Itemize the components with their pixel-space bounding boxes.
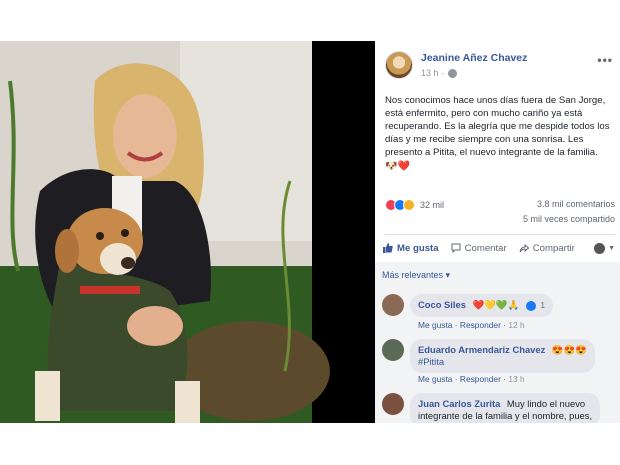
post-text: Nos conocimos hace unos días fuera de Sa… — [385, 94, 613, 173]
comment-like-link[interactable]: Me gusta — [418, 374, 452, 384]
comment-label: Comentar — [464, 242, 507, 254]
comment-sort-dropdown[interactable]: Más relevantes ▾ — [382, 270, 450, 281]
post-text-line: está enfermito, pero con mucho cariño ya… — [385, 108, 583, 119]
comments-section: Más relevantes ▾ Coco Siles ❤️💛💚🙏 1 Me g… — [375, 262, 620, 423]
commenter-name[interactable]: Coco Siles — [418, 299, 466, 310]
comment-reaction-count: 1 — [540, 301, 545, 310]
comment-text: ❤️💛💚🙏 — [472, 299, 520, 310]
like-label: Me gusta — [397, 242, 439, 254]
commenter-name[interactable]: Eduardo Armendariz Chavez — [418, 344, 545, 355]
comments-count[interactable]: 3.8 mil comentarios — [537, 199, 615, 209]
commenter-avatar[interactable] — [382, 294, 404, 316]
comment-text: integrante de la familia y el nombre, pu… — [418, 410, 593, 421]
commenter-name[interactable]: Juan Carlos Zurita — [418, 398, 500, 409]
photo-viewer: Jeanine Añez Chavez 13 h · ••• Nos conoc… — [0, 41, 620, 423]
share-button[interactable]: Compartir — [519, 243, 575, 254]
post-stats: 32 mil 3.8 mil comentarios 5 mil veces c… — [385, 197, 615, 233]
haha-reaction-icon — [403, 199, 415, 211]
comment-reply-link[interactable]: Responder — [460, 320, 501, 330]
post-actions: Me gusta Comentar Compartir ▼ — [383, 238, 615, 258]
comment-button[interactable]: Comentar — [451, 243, 507, 254]
shares-count[interactable]: 5 mil veces compartido — [523, 214, 615, 224]
comment: Eduardo Armendariz Chavez 😍😍😍 #Pitita Me… — [382, 339, 614, 389]
post-text-line: días y me recibe siempre con una sonrisa… — [385, 134, 584, 145]
author-name[interactable]: Jeanine Añez Chavez — [421, 52, 527, 64]
commenter-avatar[interactable] — [382, 393, 404, 415]
comment-bubble: Eduardo Armendariz Chavez 😍😍😍 #Pitita — [410, 339, 595, 373]
comment-bubble: Juan Carlos Zurita Muy lindo el nuevo in… — [410, 393, 601, 423]
post-photo[interactable] — [0, 41, 375, 423]
separator: · — [441, 68, 445, 78]
comment-like-link[interactable]: Me gusta — [418, 320, 452, 330]
like-button[interactable]: Me gusta — [383, 243, 439, 254]
comment-bubble: Coco Siles ❤️💛💚🙏 1 — [410, 294, 553, 317]
post-panel: Jeanine Añez Chavez 13 h · ••• Nos conoc… — [375, 41, 620, 423]
like-reaction-icon — [525, 300, 536, 311]
author-avatar[interactable] — [385, 51, 413, 79]
comment-text: Muy lindo el nuevo — [506, 398, 586, 409]
reactions-summary[interactable]: 32 mil — [385, 199, 444, 211]
post-meta: 13 h · — [421, 68, 457, 78]
comment: Juan Carlos Zurita Muy lindo el nuevo in… — [382, 393, 614, 423]
comment-footer: Me gusta · Responder · 13 h — [418, 374, 525, 384]
react-as-selector[interactable]: ▼ — [594, 242, 615, 254]
more-options-icon[interactable]: ••• — [597, 53, 613, 67]
commenter-avatar[interactable] — [382, 339, 404, 361]
comment-hashtag[interactable]: #Pitita — [418, 356, 587, 368]
comment-reply-link[interactable]: Responder — [460, 374, 501, 384]
share-label: Compartir — [532, 242, 575, 254]
comment: Coco Siles ❤️💛💚🙏 1 Me gusta · Responder … — [382, 294, 614, 334]
divider — [385, 234, 615, 235]
post-time[interactable]: 13 h — [421, 68, 439, 78]
comment-icon — [451, 243, 461, 253]
post-text-line: recuperando. Es la alegría que me despid… — [385, 121, 610, 132]
thumbs-up-icon — [383, 243, 393, 253]
comment-time[interactable]: 13 h — [508, 374, 524, 384]
post-text-line: Nos conocimos hace unos días fuera de Sa… — [385, 95, 606, 106]
chevron-down-icon: ▼ — [608, 244, 615, 252]
profile-avatar — [594, 242, 606, 254]
share-icon — [519, 243, 529, 253]
post-emoji: 🐶❤️ — [385, 161, 410, 172]
comment-text: 😍😍😍 — [551, 344, 587, 355]
post-text-line: presento a Pitita, el nuevo integrante d… — [385, 147, 598, 158]
comment-footer: Me gusta · Responder · 12 h — [418, 320, 525, 330]
reaction-count: 32 mil — [420, 200, 445, 210]
comment-time[interactable]: 12 h — [508, 320, 524, 330]
post-header: Jeanine Añez Chavez 13 h · ••• — [385, 51, 613, 85]
globe-icon — [447, 68, 457, 78]
photo-image — [0, 41, 375, 423]
